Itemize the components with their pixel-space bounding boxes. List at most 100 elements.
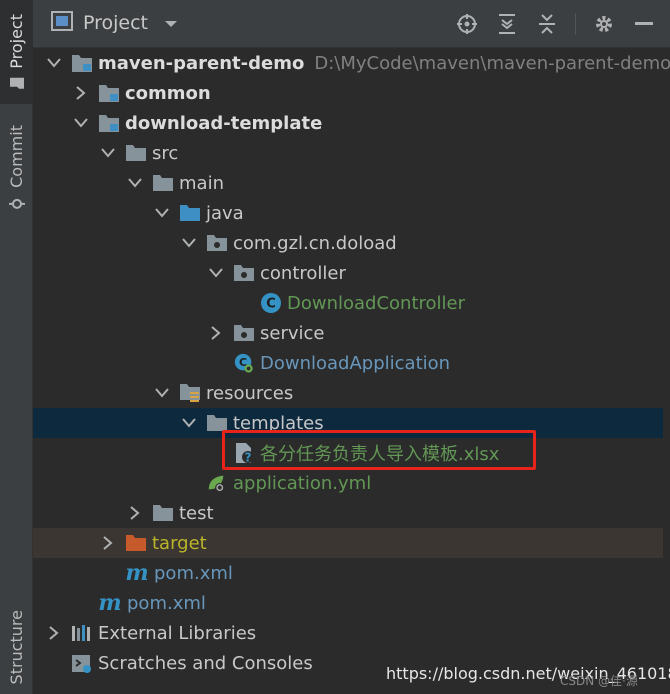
tree-row-pom-module[interactable]: m pom.xml <box>33 558 663 588</box>
project-view-selector[interactable]: Project <box>51 11 178 35</box>
tree-row-test[interactable]: test <box>33 498 663 528</box>
package-label: com.gzl.cn.doload <box>233 232 397 254</box>
file-pom-root-label: pom.xml <box>127 592 206 614</box>
tab-structure[interactable]: Structure <box>0 600 33 694</box>
project-panel-header: Project <box>33 0 670 48</box>
package-icon <box>233 322 255 344</box>
chevron-down-icon[interactable] <box>180 234 198 252</box>
scratches-label: Scratches and Consoles <box>98 652 313 674</box>
root-project-name: maven-parent-demo <box>98 52 305 74</box>
maven-icon: m <box>125 560 149 586</box>
collapse-all-icon[interactable] <box>535 12 559 36</box>
project-tree: maven-parent-demo D:\MyCode\maven\maven-… <box>33 48 670 694</box>
java-class-icon: C <box>260 292 282 314</box>
folder-target-label: target <box>152 532 207 554</box>
tree-row-src[interactable]: src <box>33 138 663 168</box>
minimize-icon[interactable] <box>632 12 656 36</box>
folder-resources-label: resources <box>206 382 294 404</box>
tree-row-application-yml[interactable]: application.yml <box>33 468 663 498</box>
chevron-right-icon[interactable] <box>207 324 225 342</box>
tab-structure-label: Structure <box>7 609 26 685</box>
source-folder-icon <box>179 202 201 224</box>
tree-row-package[interactable]: com.gzl.cn.doload <box>33 228 663 258</box>
chevron-down-icon[interactable] <box>207 264 225 282</box>
folder-src-label: src <box>152 142 179 164</box>
gear-icon[interactable] <box>592 12 616 36</box>
dropdown-icon <box>164 14 178 33</box>
module-folder-icon <box>98 112 120 134</box>
chevron-down-icon[interactable] <box>45 54 63 72</box>
tree-row-xlsx-file[interactable]: ? 各分任务负责人导入模板.xlsx <box>33 438 663 468</box>
chevron-down-icon[interactable] <box>153 384 171 402</box>
unknown-file-icon: ? <box>233 442 255 464</box>
scratches-icon <box>71 652 93 674</box>
tree-row-download-template[interactable]: download-template <box>33 108 663 138</box>
tree-row-common[interactable]: common <box>33 78 663 108</box>
folder-icon <box>206 412 228 434</box>
module-download-template-label: download-template <box>125 112 323 134</box>
tab-commit-label: Commit <box>7 124 26 188</box>
module-common-label: common <box>125 82 211 104</box>
module-folder-icon <box>71 52 93 74</box>
header-divider <box>575 13 576 35</box>
package-service-label: service <box>260 322 325 344</box>
root-project-path: D:\MyCode\maven\maven-parent-demo <box>314 52 670 74</box>
folder-icon <box>7 76 26 90</box>
folder-main-label: main <box>179 172 224 194</box>
folder-icon <box>125 142 147 164</box>
tree-row-download-controller[interactable]: C DownloadController <box>33 288 663 318</box>
tab-project[interactable]: Project <box>0 0 33 104</box>
chevron-down-icon[interactable] <box>72 114 90 132</box>
spring-config-icon <box>206 472 228 494</box>
package-icon <box>233 262 255 284</box>
commit-icon <box>7 195 26 211</box>
tab-commit[interactable]: Commit <box>0 118 33 218</box>
file-xlsx-label: 各分任务负责人导入模板.xlsx <box>260 444 500 465</box>
tree-row-java[interactable]: java <box>33 198 663 228</box>
tree-row-resources[interactable]: resources <box>33 378 663 408</box>
chevron-right-icon[interactable] <box>72 84 90 102</box>
tree-row-external-libraries[interactable]: External Libraries <box>33 618 663 648</box>
folder-java-label: java <box>206 202 244 224</box>
watermark-author: CSDN @佳·源 <box>560 674 638 688</box>
spring-boot-app-icon: C <box>233 352 255 374</box>
tab-project-label: Project <box>7 13 26 69</box>
external-libraries-label: External Libraries <box>98 622 257 644</box>
tree-row-download-application[interactable]: C DownloadApplication <box>33 348 663 378</box>
class-download-application-label: DownloadApplication <box>260 352 451 374</box>
project-view-icon <box>51 11 73 35</box>
locate-icon[interactable] <box>455 12 479 36</box>
folder-templates-label: templates <box>233 412 324 434</box>
chevron-down-icon[interactable] <box>153 204 171 222</box>
library-icon <box>71 622 93 644</box>
chevron-right-icon[interactable] <box>45 624 63 642</box>
chevron-down-icon[interactable] <box>99 144 117 162</box>
chevron-right-icon[interactable] <box>126 504 144 522</box>
tree-row-controller[interactable]: controller <box>33 258 663 288</box>
file-application-yml-label: application.yml <box>233 472 372 494</box>
tree-row-main[interactable]: main <box>33 168 663 198</box>
chevron-down-icon[interactable] <box>126 174 144 192</box>
svg-text:C: C <box>266 297 276 312</box>
folder-icon <box>152 502 174 524</box>
package-icon <box>206 232 228 254</box>
class-download-controller-label: DownloadController <box>287 292 466 314</box>
package-controller-label: controller <box>260 262 346 284</box>
tree-row-templates[interactable]: templates <box>33 408 663 438</box>
maven-icon: m <box>98 590 122 616</box>
folder-icon <box>152 172 174 194</box>
expand-all-icon[interactable] <box>495 12 519 36</box>
svg-text:?: ? <box>245 451 252 465</box>
tree-row-pom-root[interactable]: m pom.xml <box>33 588 663 618</box>
file-pom-module-label: pom.xml <box>154 562 233 584</box>
module-folder-icon <box>98 82 120 104</box>
panel-title: Project <box>83 12 149 34</box>
tree-row-target[interactable]: target <box>33 528 663 558</box>
chevron-down-icon[interactable] <box>180 414 198 432</box>
excluded-folder-icon <box>125 532 147 554</box>
chevron-right-icon[interactable] <box>99 534 117 552</box>
tool-window-strip: Project Commit Structure <box>0 0 33 694</box>
tree-row-service[interactable]: service <box>33 318 663 348</box>
tree-row-root[interactable]: maven-parent-demo D:\MyCode\maven\maven-… <box>33 48 670 78</box>
folder-test-label: test <box>179 502 214 524</box>
